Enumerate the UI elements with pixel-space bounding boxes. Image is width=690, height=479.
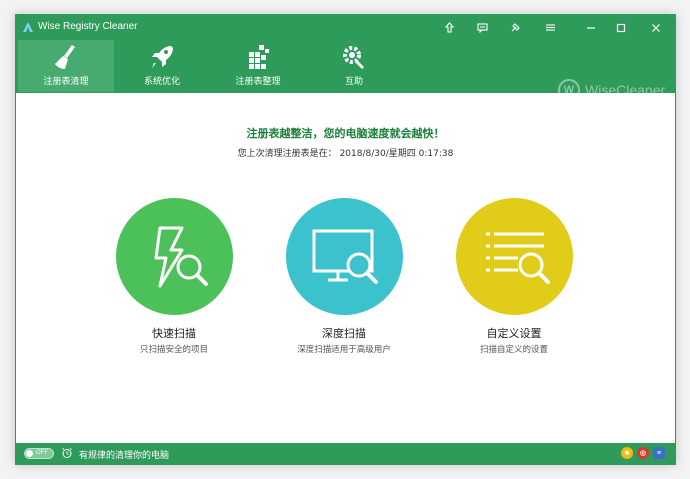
website-icon[interactable]: ≡ xyxy=(653,447,665,459)
minimize-icon xyxy=(587,26,595,29)
nav-tab-help[interactable]: 互助 xyxy=(306,40,402,92)
last-clean-info: 您上次清理注册表是在： 2018/8/30/星期四 0:17:38 xyxy=(16,146,675,159)
fast-scan-button[interactable] xyxy=(115,198,233,315)
alarm-clock-icon xyxy=(62,448,72,458)
maximize-button[interactable] xyxy=(611,18,631,37)
scan-subtitle: 深度扫描适用于高级用户 xyxy=(297,345,391,355)
gear-wrench-icon xyxy=(343,46,364,69)
toggle-knob xyxy=(26,450,33,457)
status-bar: OFF 有规律的清理你的电脑 ★ ◎ ≡ xyxy=(16,443,675,464)
deep-scan-card[interactable]: 深度扫描 深度扫描适用于高级用户 xyxy=(274,198,414,355)
scan-subtitle: 只扫描安全的项目 xyxy=(139,345,208,355)
list-magnifier-icon xyxy=(485,232,550,284)
close-icon xyxy=(652,23,660,32)
menu-icon xyxy=(545,24,555,31)
blocks-icon xyxy=(249,45,269,69)
main-content: 注册表越整洁，您的电脑速度就会越快！ 您上次清理注册表是在： 2018/8/30… xyxy=(16,93,675,445)
weibo-icon[interactable]: ◎ xyxy=(637,447,649,459)
scan-title: 深度扫描 xyxy=(322,327,366,340)
main-nav: 注册表清理 系统优化 注册表整理 互助 W WiseCleaner xyxy=(16,40,675,101)
broom-icon xyxy=(55,45,75,69)
custom-settings-card[interactable]: 自定义设置 扫描自定义的设置 xyxy=(444,198,584,355)
headline: 注册表越整洁，您的电脑速度就会越快！ xyxy=(246,127,445,140)
feedback-button[interactable] xyxy=(472,18,492,37)
skin-button[interactable] xyxy=(505,18,525,37)
monitor-magnifier-icon xyxy=(312,229,378,284)
nav-tab-registry-defrag[interactable]: 注册表整理 xyxy=(210,40,306,92)
window-title: Wise Registry Cleaner xyxy=(38,21,138,32)
fast-scan-card[interactable]: 快速扫描 只扫描安全的项目 xyxy=(104,198,244,355)
minimize-button[interactable] xyxy=(581,18,601,37)
nav-label: 注册表清理 xyxy=(43,77,89,87)
menu-button[interactable] xyxy=(540,18,560,37)
nav-label: 互助 xyxy=(344,77,363,87)
lightning-magnifier-icon xyxy=(154,226,208,288)
schedule-toggle[interactable]: OFF xyxy=(24,448,54,459)
deep-scan-button[interactable] xyxy=(285,198,403,315)
maximize-icon xyxy=(616,23,626,32)
nav-label: 系统优化 xyxy=(143,77,180,87)
toggle-label: OFF xyxy=(36,450,48,456)
app-window: Wise Registry Cleaner 注册表清理 系统优化 注册表整理 互… xyxy=(15,14,676,465)
custom-settings-button[interactable] xyxy=(455,198,573,315)
schedule-link[interactable]: 有规律的清理你的电脑 xyxy=(79,448,169,461)
title-bar: Wise Registry Cleaner xyxy=(16,15,675,40)
nav-label: 注册表整理 xyxy=(235,77,281,87)
upgrade-button[interactable] xyxy=(439,18,459,37)
nav-tab-system-optimize[interactable]: 系统优化 xyxy=(114,40,210,92)
upgrade-icon xyxy=(444,22,454,33)
close-button[interactable] xyxy=(646,18,666,37)
scan-title: 自定义设置 xyxy=(486,327,542,340)
screen-background: Wise Registry Cleaner 注册表清理 系统优化 注册表整理 互… xyxy=(0,0,690,479)
skin-icon xyxy=(511,23,520,32)
scan-title: 快速扫描 xyxy=(152,327,196,340)
feedback-icon xyxy=(476,23,488,33)
last-clean-time: 2018/8/30/星期四 0:17:38 xyxy=(339,149,454,159)
app-logo-icon xyxy=(23,22,33,32)
last-clean-label: 您上次清理注册表是在： xyxy=(237,149,337,159)
star-icon[interactable]: ★ xyxy=(621,447,633,459)
scan-subtitle: 扫描自定义的设置 xyxy=(479,345,548,355)
nav-tab-registry-cleaner[interactable]: 注册表清理 xyxy=(18,40,114,92)
rocket-icon xyxy=(152,46,173,68)
